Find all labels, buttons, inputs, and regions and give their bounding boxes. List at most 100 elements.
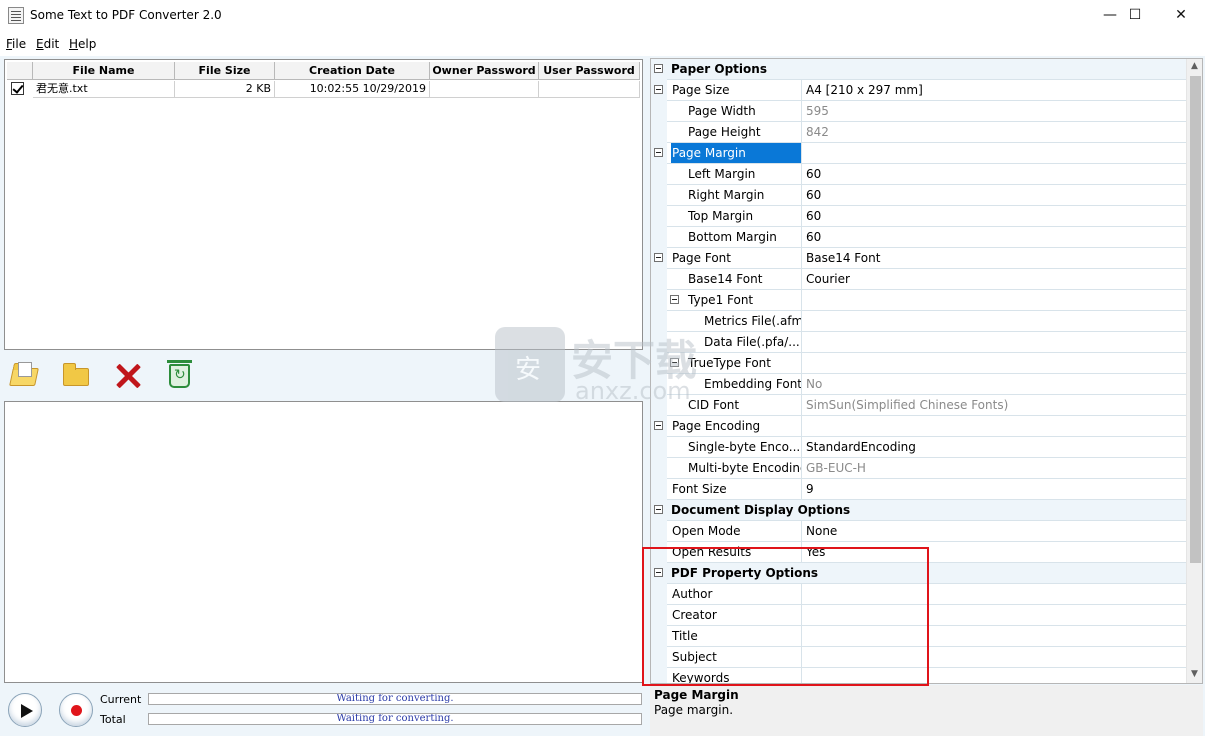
property-value[interactable]: Base14 Font [801, 248, 1186, 268]
property-row[interactable]: Base14 Font Courier [651, 269, 1186, 290]
property-row[interactable]: Creator [651, 605, 1186, 626]
property-category[interactable]: Paper Options [651, 59, 1186, 80]
property-row[interactable]: Page Size A4 [210 x 297 mm] [651, 80, 1186, 101]
file-name-cell[interactable]: 君无意.txt [33, 81, 175, 98]
stop-convert-button[interactable] [59, 693, 93, 727]
property-value[interactable] [801, 647, 1186, 667]
property-row[interactable]: Page Margin [651, 143, 1186, 164]
property-row[interactable]: TrueType Font [651, 353, 1186, 374]
property-value[interactable] [801, 605, 1186, 625]
property-name: Page Height [688, 125, 761, 139]
add-files-button[interactable] [8, 360, 40, 392]
column-header-check[interactable] [7, 62, 33, 80]
document-icon [18, 362, 32, 377]
property-row[interactable]: Font Size 9 [651, 479, 1186, 500]
property-value[interactable] [801, 143, 1186, 163]
property-value[interactable] [801, 332, 1186, 352]
property-row[interactable]: Right Margin 60 [651, 185, 1186, 206]
collapse-toggle-icon[interactable] [654, 64, 663, 73]
column-header-creation-date[interactable]: Creation Date [275, 62, 430, 80]
column-header-user-password[interactable]: User Password [539, 62, 640, 80]
property-row[interactable]: Embedding Font No [651, 374, 1186, 395]
close-button[interactable]: ✕ [1158, 0, 1204, 30]
property-row[interactable]: Page Width 595 [651, 101, 1186, 122]
log-area[interactable] [4, 401, 643, 683]
property-value[interactable]: 60 [801, 164, 1186, 184]
property-value[interactable]: 60 [801, 206, 1186, 226]
property-value[interactable]: 842 [801, 122, 1186, 142]
file-checkbox[interactable] [11, 82, 24, 95]
property-grid[interactable]: Paper Options Page Size A4 [210 x 297 mm] P… [650, 58, 1203, 684]
property-row[interactable]: Page Font Base14 Font [651, 248, 1186, 269]
collapse-toggle-icon[interactable] [654, 253, 663, 262]
collapse-toggle-icon[interactable] [654, 568, 663, 577]
collapse-toggle-icon[interactable] [670, 295, 679, 304]
property-row[interactable]: CID Font SimSun(Simplified Chinese Fonts) [651, 395, 1186, 416]
collapse-toggle-icon[interactable] [670, 358, 679, 367]
property-row[interactable]: Top Margin 60 [651, 206, 1186, 227]
property-row[interactable]: Bottom Margin 60 [651, 227, 1186, 248]
menu-file[interactable]: File [6, 37, 26, 51]
property-name: CID Font [688, 398, 740, 412]
property-row[interactable]: Keywords [651, 668, 1186, 683]
open-folder-button[interactable] [60, 360, 92, 392]
property-row[interactable]: Title [651, 626, 1186, 647]
owner-password-cell[interactable] [430, 81, 539, 98]
delete-button[interactable] [112, 360, 144, 392]
property-value[interactable]: None [801, 521, 1186, 541]
property-value[interactable] [801, 416, 1186, 436]
property-category[interactable]: Document Display Options [651, 500, 1186, 521]
current-label: Current [100, 693, 142, 706]
user-password-cell[interactable] [539, 81, 640, 98]
menu-help[interactable]: Help [69, 37, 96, 51]
scroll-down-icon[interactable]: ▼ [1191, 669, 1198, 679]
file-list[interactable]: File Name File Size Creation Date Owner … [4, 59, 643, 350]
property-row[interactable]: Page Encoding [651, 416, 1186, 437]
menu-edit[interactable]: Edit [36, 37, 59, 51]
column-header-file-name[interactable]: File Name [33, 62, 175, 80]
property-value[interactable]: 595 [801, 101, 1186, 121]
scroll-thumb[interactable] [1190, 76, 1201, 563]
property-value[interactable]: Courier [801, 269, 1186, 289]
property-row[interactable]: Metrics File(.afm) [651, 311, 1186, 332]
property-value[interactable]: No [801, 374, 1186, 394]
property-row[interactable]: Author [651, 584, 1186, 605]
start-convert-button[interactable] [8, 693, 42, 727]
property-value[interactable]: A4 [210 x 297 mm] [801, 80, 1186, 100]
property-value[interactable]: GB-EUC-H [801, 458, 1186, 478]
property-value[interactable] [801, 353, 1186, 373]
property-row[interactable]: Page Height 842 [651, 122, 1186, 143]
property-value[interactable]: SimSun(Simplified Chinese Fonts) [801, 395, 1186, 415]
maximize-button[interactable]: ☐ [1112, 0, 1158, 30]
property-value[interactable] [801, 584, 1186, 604]
property-row[interactable]: Open Mode None [651, 521, 1186, 542]
row-gutter [651, 227, 667, 248]
clear-button[interactable] [163, 360, 195, 392]
property-category[interactable]: PDF Property Options [651, 563, 1186, 584]
property-row[interactable]: Subject [651, 647, 1186, 668]
property-value[interactable]: StandardEncoding [801, 437, 1186, 457]
property-row[interactable]: Data File(.pfa/... [651, 332, 1186, 353]
property-value[interactable] [801, 626, 1186, 646]
column-header-owner-password[interactable]: Owner Password [430, 62, 539, 80]
property-row[interactable]: Open Results Yes [651, 542, 1186, 563]
property-value[interactable] [801, 311, 1186, 331]
property-row[interactable]: Multi-byte Encoding GB-EUC-H [651, 458, 1186, 479]
property-value[interactable] [801, 290, 1186, 310]
property-row[interactable]: Left Margin 60 [651, 164, 1186, 185]
property-row[interactable]: Single-byte Enco... StandardEncoding [651, 437, 1186, 458]
property-value[interactable]: Yes [801, 542, 1186, 562]
property-value[interactable]: 60 [801, 185, 1186, 205]
collapse-toggle-icon[interactable] [654, 85, 663, 94]
property-value[interactable]: 9 [801, 479, 1186, 499]
property-value[interactable]: 60 [801, 227, 1186, 247]
property-scrollbar[interactable]: ▲ ▼ [1186, 59, 1202, 683]
collapse-toggle-icon[interactable] [654, 505, 663, 514]
column-header-file-size[interactable]: File Size [175, 62, 275, 80]
property-value[interactable] [801, 668, 1186, 683]
property-name: PDF Property Options [671, 566, 819, 580]
collapse-toggle-icon[interactable] [654, 421, 663, 430]
collapse-toggle-icon[interactable] [654, 148, 663, 157]
property-row[interactable]: Type1 Font [651, 290, 1186, 311]
scroll-up-icon[interactable]: ▲ [1191, 61, 1198, 71]
